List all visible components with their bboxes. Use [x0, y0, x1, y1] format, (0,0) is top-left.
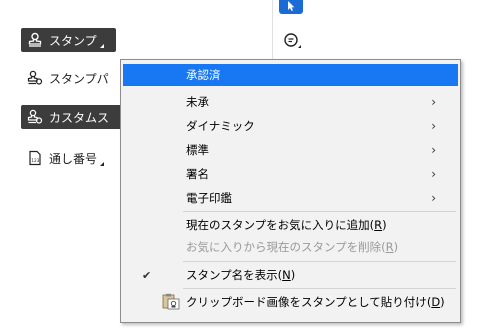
- stamp-icon: [27, 32, 43, 48]
- checkmark-icon: ✔: [142, 268, 152, 282]
- chevron-right-icon: ›: [431, 143, 436, 157]
- serial-number-button[interactable]: 123 通し番号: [21, 146, 110, 170]
- menu-item-remove-favorite: お気に入りから現在のスタンプを削除(R): [186, 240, 399, 254]
- chevron-right-icon: ›: [431, 191, 436, 205]
- menu-item-signature[interactable]: 署名 ›: [123, 163, 458, 185]
- chevron-right-icon: ›: [431, 119, 436, 133]
- serial-number-icon: 123: [27, 150, 43, 166]
- dropdown-arrow-icon: [100, 162, 105, 166]
- custom-stamp-label: カスタムス: [49, 110, 110, 125]
- chevron-right-icon: ›: [431, 95, 436, 109]
- stamp-context-menu: 承認済 未承 › ダイナミック › 標準 › 署名 › 電子印鑑 › 現在のスタ…: [120, 59, 461, 323]
- menu-item-add-favorite[interactable]: 現在のスタンプをお気に入りに追加(R): [123, 214, 458, 236]
- custom-stamp-button[interactable]: カスタムス: [21, 105, 131, 129]
- menu-item-electronic-seal[interactable]: 電子印鑑 ›: [123, 187, 458, 209]
- svg-text:123: 123: [31, 158, 39, 163]
- custom-stamp-icon: [27, 109, 43, 125]
- menu-item-approved[interactable]: 承認済: [123, 64, 458, 86]
- select-tool-button[interactable]: [279, 0, 303, 14]
- stamp-palette-label: スタンプパ: [49, 71, 109, 86]
- stamp-label: スタンプ: [49, 33, 97, 48]
- stamp-button[interactable]: スタンプ: [21, 28, 116, 52]
- comment-tool-button[interactable]: [282, 31, 302, 51]
- stamp-palette-icon: [27, 70, 43, 86]
- menu-item-paste-clipboard[interactable]: クリップボード画像をスタンプとして貼り付け(D): [123, 291, 458, 313]
- paste-image-icon: [162, 293, 180, 311]
- comment-icon: [284, 33, 301, 48]
- menu-separator: [183, 211, 456, 212]
- chevron-right-icon: ›: [431, 167, 436, 181]
- menu-separator: [183, 288, 456, 289]
- menu-item-dynamic[interactable]: ダイナミック ›: [123, 115, 458, 137]
- stamp-palette-button[interactable]: スタンプパ: [21, 66, 115, 90]
- menu-item-pending[interactable]: 未承 ›: [123, 91, 458, 113]
- serial-number-label: 通し番号: [49, 151, 98, 166]
- menu-item-show-stamp-name[interactable]: ✔ スタンプ名を表示(N): [123, 264, 458, 286]
- menu-separator: [183, 261, 456, 262]
- menu-item-standard[interactable]: 標準 ›: [123, 139, 458, 161]
- cursor-icon: [288, 1, 295, 11]
- dropdown-arrow-icon: [99, 44, 104, 48]
